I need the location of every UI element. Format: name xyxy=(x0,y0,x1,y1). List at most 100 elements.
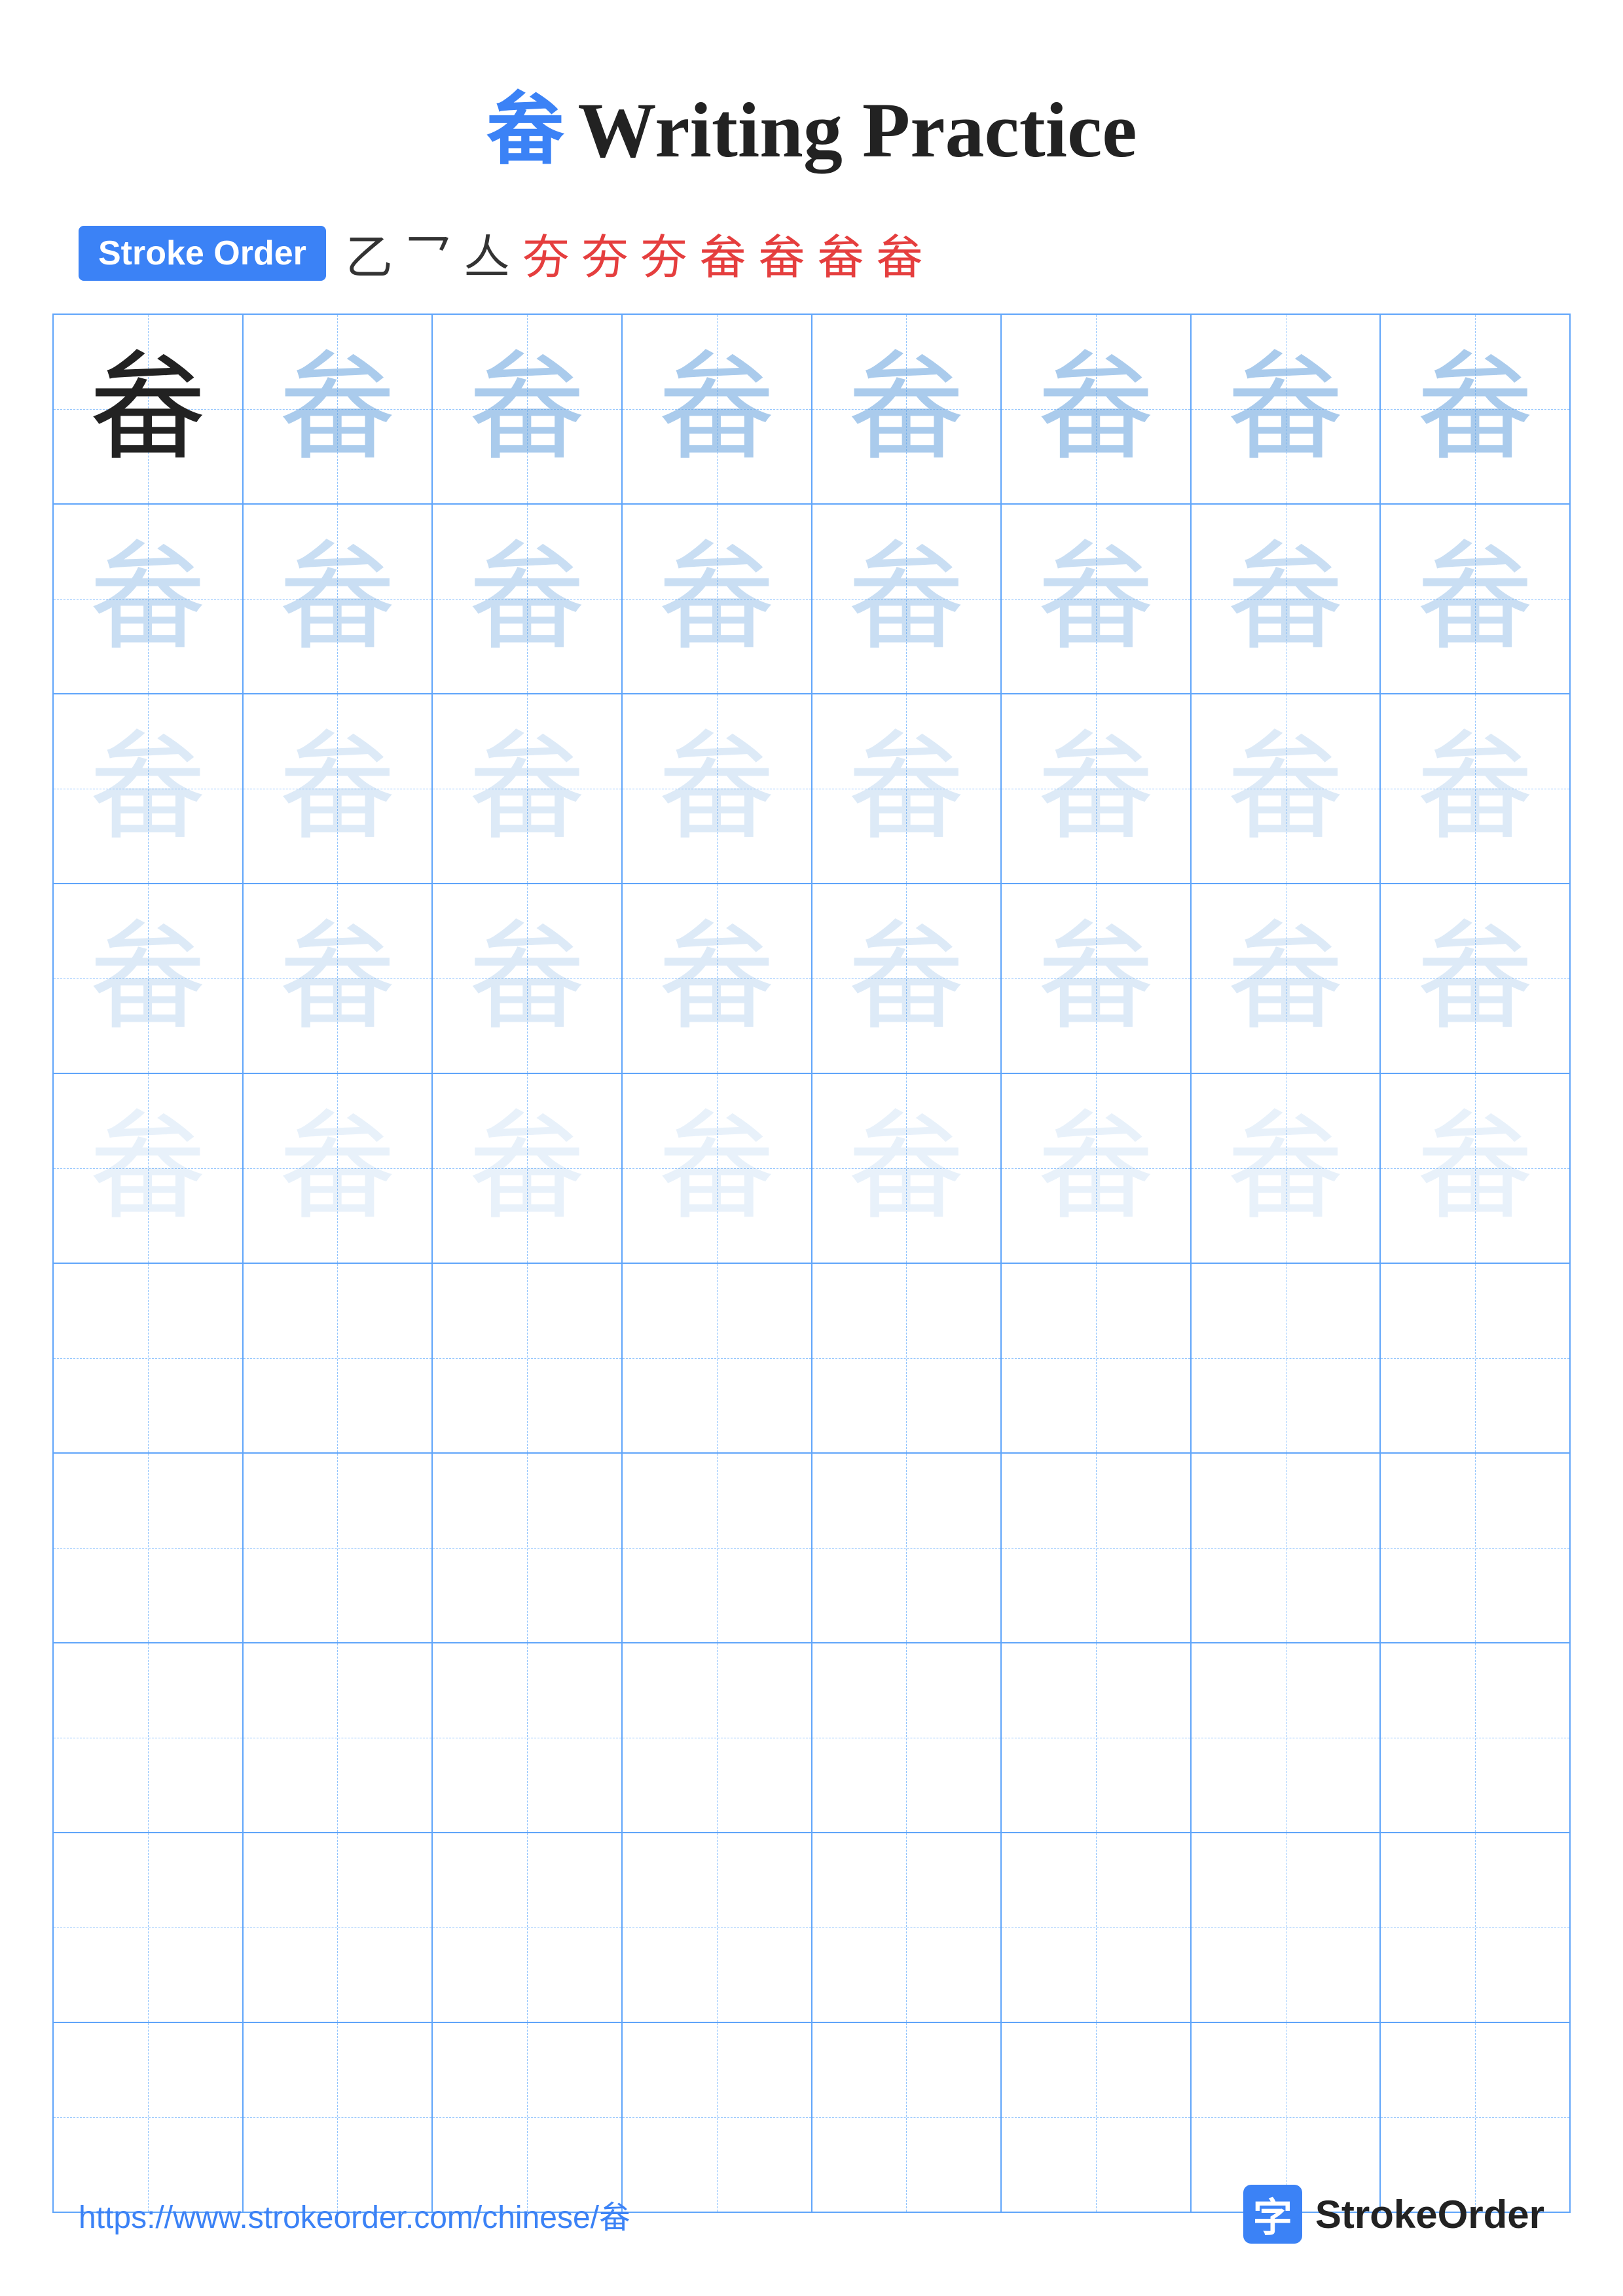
grid-cell-empty[interactable] xyxy=(53,1453,243,1643)
grid-cell[interactable]: 畚 xyxy=(243,504,433,694)
grid-cell-empty[interactable] xyxy=(432,1643,622,1833)
grid-cell[interactable]: 畚 xyxy=(243,694,433,884)
grid-cell[interactable]: 畚 xyxy=(432,884,622,1073)
grid-cell-empty[interactable] xyxy=(812,1263,1002,1453)
grid-cell[interactable]: 畚 xyxy=(622,504,812,694)
grid-cell-empty[interactable] xyxy=(243,2022,433,2212)
grid-cell[interactable]: 畚 xyxy=(243,314,433,504)
grid-cell-empty[interactable] xyxy=(622,1263,812,1453)
grid-cell[interactable]: 畚 xyxy=(53,884,243,1073)
grid-cell-empty[interactable] xyxy=(622,1453,812,1643)
grid-cell[interactable]: 畚 xyxy=(1380,314,1570,504)
grid-cell-empty[interactable] xyxy=(1380,1263,1570,1453)
grid-cell-empty[interactable] xyxy=(243,1643,433,1833)
practice-char-faded: 畚 xyxy=(1416,1103,1534,1233)
grid-cell[interactable]: 畚 xyxy=(432,1073,622,1263)
grid-cell-empty[interactable] xyxy=(812,1833,1002,2022)
practice-char-faded: 畚 xyxy=(468,344,586,474)
grid-cell[interactable]: 畚 xyxy=(812,884,1002,1073)
grid-cell-empty[interactable] xyxy=(812,2022,1002,2212)
practice-char-faded: 畚 xyxy=(468,913,586,1043)
grid-cell[interactable]: 畚 xyxy=(1001,694,1191,884)
grid-cell-empty[interactable] xyxy=(1191,1643,1381,1833)
grid-cell[interactable]: 畚 xyxy=(53,1073,243,1263)
stroke-7: 畚 xyxy=(699,219,746,287)
grid-cell-empty[interactable] xyxy=(1380,1643,1570,1833)
grid-cell-empty[interactable] xyxy=(53,2022,243,2212)
table-row xyxy=(53,2022,1570,2212)
grid-cell-empty[interactable] xyxy=(243,1833,433,2022)
practice-char-faded: 畚 xyxy=(658,344,776,474)
grid-cell-empty[interactable] xyxy=(1191,1263,1381,1453)
grid-cell[interactable]: 畚 xyxy=(243,884,433,1073)
grid-cell[interactable]: 畚 xyxy=(1191,884,1381,1073)
grid-cell-empty[interactable] xyxy=(1191,2022,1381,2212)
grid-cell[interactable]: 畚 xyxy=(812,694,1002,884)
grid-cell-empty[interactable] xyxy=(53,1833,243,2022)
grid-cell-empty[interactable] xyxy=(1380,1453,1570,1643)
grid-cell-empty[interactable] xyxy=(622,1643,812,1833)
grid-cell-empty[interactable] xyxy=(1001,2022,1191,2212)
grid-cell[interactable]: 畚 xyxy=(1191,1073,1381,1263)
grid-cell-empty[interactable] xyxy=(243,1263,433,1453)
grid-cell[interactable]: 畚 xyxy=(622,314,812,504)
grid-cell[interactable]: 畚 xyxy=(1191,504,1381,694)
grid-cell[interactable]: 畚 xyxy=(432,314,622,504)
footer-url[interactable]: https://www.strokeorder.com/chinese/畚 xyxy=(79,2191,630,2237)
grid-cell[interactable]: 畚 xyxy=(812,1073,1002,1263)
footer-brand: 字 StrokeOrder xyxy=(1243,2185,1544,2244)
grid-cell-empty[interactable] xyxy=(1380,1833,1570,2022)
grid-cell-empty[interactable] xyxy=(1380,2022,1570,2212)
grid-cell[interactable]: 畚 xyxy=(1001,884,1191,1073)
grid-cell[interactable]: 畚 xyxy=(1001,314,1191,504)
stroke-order-row: Stroke Order 乙 ⺂ 亼 夯 夯 夯 畚 畚 畚 畚 xyxy=(0,219,1623,287)
grid-cell[interactable]: 畚 xyxy=(1191,694,1381,884)
grid-cell[interactable]: 畚 xyxy=(1380,504,1570,694)
grid-cell-empty[interactable] xyxy=(1191,1833,1381,2022)
grid-cell[interactable]: 畚 xyxy=(622,694,812,884)
grid-cell[interactable]: 畚 xyxy=(812,504,1002,694)
grid-cell[interactable]: 畚 xyxy=(622,884,812,1073)
grid-cell[interactable]: 畚 xyxy=(812,314,1002,504)
grid-cell[interactable]: 畚 xyxy=(432,504,622,694)
grid-cell-empty[interactable] xyxy=(432,1833,622,2022)
grid-cell[interactable]: 畚 xyxy=(622,1073,812,1263)
grid-cell[interactable]: 畚 xyxy=(1380,1073,1570,1263)
practice-char-faded: 畚 xyxy=(847,533,965,664)
grid-cell[interactable]: 畚 xyxy=(1380,694,1570,884)
practice-char-faded: 畚 xyxy=(1416,723,1534,853)
grid-cell[interactable]: 畚 xyxy=(1001,504,1191,694)
grid-cell-empty[interactable] xyxy=(432,2022,622,2212)
grid-cell-empty[interactable] xyxy=(53,1643,243,1833)
practice-char-faded: 畚 xyxy=(1227,913,1345,1043)
grid-cell-empty[interactable] xyxy=(1191,1453,1381,1643)
grid-cell-empty[interactable] xyxy=(622,2022,812,2212)
table-row xyxy=(53,1453,1570,1643)
grid-cell-empty[interactable] xyxy=(1001,1833,1191,2022)
grid-cell-empty[interactable] xyxy=(432,1453,622,1643)
grid-cell[interactable]: 畚 xyxy=(1380,884,1570,1073)
table-row xyxy=(53,1263,1570,1453)
grid-cell[interactable]: 畚 xyxy=(53,504,243,694)
grid-cell-empty[interactable] xyxy=(812,1643,1002,1833)
grid-cell[interactable]: 畚 xyxy=(53,694,243,884)
grid-cell-empty[interactable] xyxy=(432,1263,622,1453)
grid-cell[interactable]: 畚 xyxy=(1001,1073,1191,1263)
practice-char-faded: 畚 xyxy=(278,533,396,664)
table-row: 畚 畚 畚 畚 畚 畚 畚 xyxy=(53,504,1570,694)
grid-cell-empty[interactable] xyxy=(243,1453,433,1643)
grid-cell[interactable]: 畚 xyxy=(53,314,243,504)
grid-cell[interactable]: 畚 xyxy=(243,1073,433,1263)
grid-cell-empty[interactable] xyxy=(1001,1453,1191,1643)
table-row: 畚 畚 畚 畚 畚 畚 畚 xyxy=(53,884,1570,1073)
grid-cell-empty[interactable] xyxy=(622,1833,812,2022)
grid-cell-empty[interactable] xyxy=(53,1263,243,1453)
grid-cell-empty[interactable] xyxy=(1001,1643,1191,1833)
practice-char-faded: 畚 xyxy=(278,344,396,474)
practice-char-faded: 畚 xyxy=(1416,533,1534,664)
grid-cell-empty[interactable] xyxy=(812,1453,1002,1643)
grid-cell[interactable]: 畚 xyxy=(1191,314,1381,504)
stroke-10: 畚 xyxy=(876,219,923,287)
grid-cell[interactable]: 畚 xyxy=(432,694,622,884)
grid-cell-empty[interactable] xyxy=(1001,1263,1191,1453)
